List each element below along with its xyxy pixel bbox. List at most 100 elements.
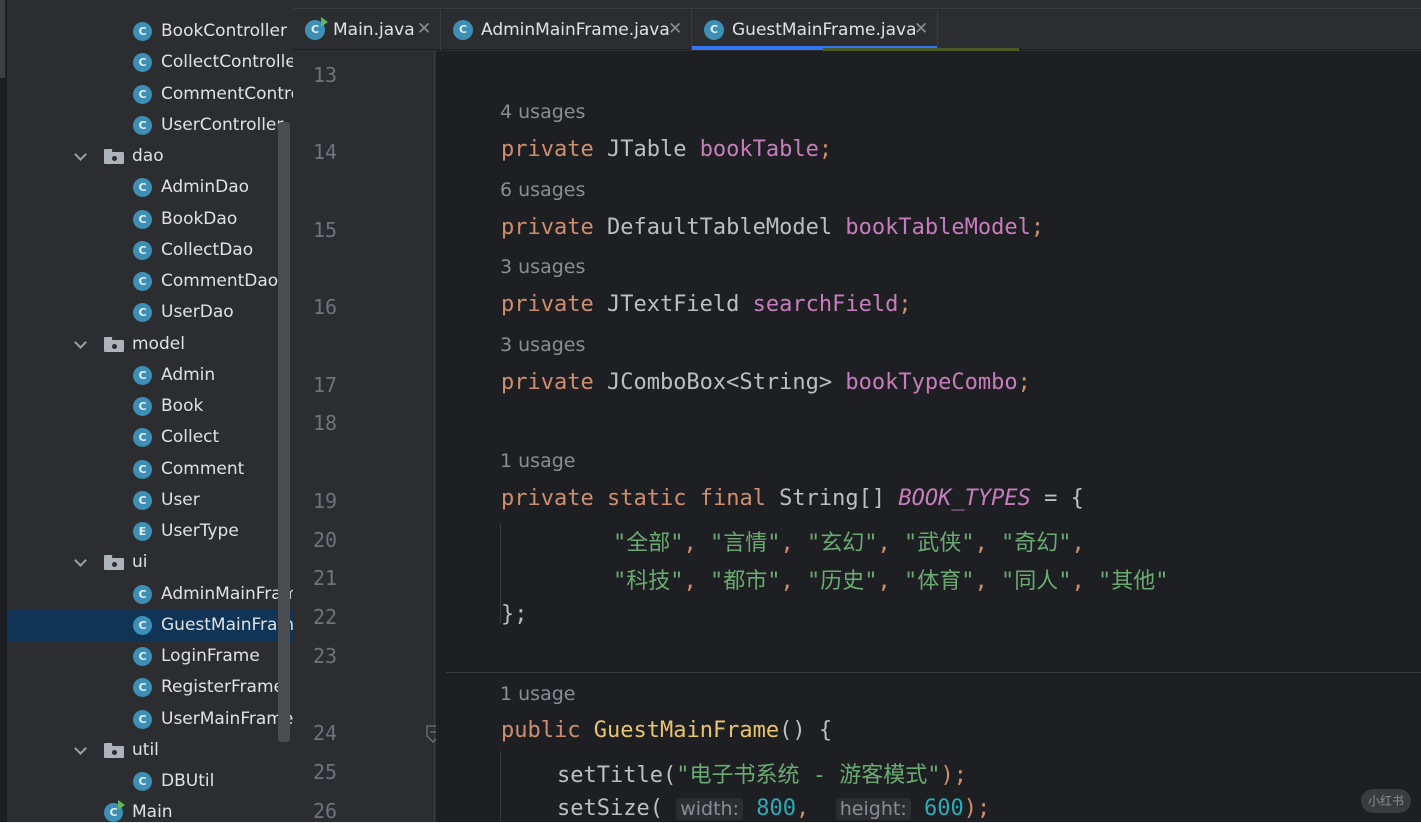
tab-adminmainframe-java[interactable]: C AdminMainFrame.java ✕ bbox=[441, 10, 692, 50]
tree-item-bookcontroller[interactable]: C BookController bbox=[7, 16, 293, 47]
tree-item-label: Collect bbox=[161, 427, 220, 447]
field-name: bookTable bbox=[699, 137, 819, 162]
usages-hint[interactable]: 3 usages bbox=[500, 334, 585, 356]
tree-item-guestmainframe[interactable]: C GuestMainFram bbox=[7, 610, 293, 641]
tree-item-adminmainframe[interactable]: C AdminMainFram bbox=[7, 579, 293, 610]
tool-window-edge bbox=[0, 0, 7, 823]
code-line-24: public GuestMainFrame() { bbox=[501, 718, 832, 743]
class-icon: C bbox=[133, 22, 152, 41]
number-literal: 800 bbox=[756, 796, 796, 821]
tree-item-label: UserDao bbox=[161, 302, 234, 322]
string-literal: "电子书系统 - 游客模式" bbox=[676, 763, 941, 788]
tree-item-label: GuestMainFram bbox=[161, 615, 293, 635]
tab-label: GuestMainFrame.java bbox=[732, 20, 917, 40]
class-icon: C bbox=[133, 53, 152, 72]
tree-item-admindao[interactable]: C AdminDao bbox=[7, 172, 293, 203]
string-literal: "奇幻" bbox=[1001, 531, 1072, 556]
usages-hint[interactable]: 6 usages bbox=[500, 179, 585, 201]
usages-hint[interactable]: 1 usage bbox=[500, 450, 575, 472]
method-call: setTitle( bbox=[557, 763, 677, 788]
tree-item-label: ui bbox=[132, 552, 148, 572]
punctuation: ); bbox=[940, 763, 967, 788]
tree-item-collect[interactable]: C Collect bbox=[7, 422, 293, 453]
tree-package-util[interactable]: util bbox=[7, 735, 293, 766]
tree-item-bookdao[interactable]: C BookDao bbox=[7, 204, 293, 235]
tree-item-label: RegisterFrame bbox=[161, 677, 284, 697]
tree-item-dbutil[interactable]: C DBUtil bbox=[7, 766, 293, 797]
chevron-down-icon[interactable] bbox=[74, 337, 88, 351]
chevron-down-icon[interactable] bbox=[74, 149, 88, 163]
tree-item-collectcontroller[interactable]: C CollectControlle bbox=[7, 47, 293, 78]
line-number-gutter: 13 14 15 16 17 18 19 20 21 22 23 24 25 2… bbox=[293, 51, 440, 823]
code-line-15: private DefaultTableModel bookTableModel… bbox=[501, 215, 1044, 240]
class-icon: C bbox=[133, 616, 152, 635]
watermark: 小红书 bbox=[1361, 789, 1411, 813]
tree-item-loginframe[interactable]: C LoginFrame bbox=[7, 641, 293, 672]
tree-package-dao[interactable]: dao bbox=[7, 141, 293, 172]
class-icon: C bbox=[453, 20, 473, 40]
tree-item-main[interactable]: C Main bbox=[7, 797, 293, 823]
tree-item-user[interactable]: C User bbox=[7, 485, 293, 516]
close-icon[interactable]: ✕ bbox=[417, 19, 431, 39]
class-icon: C bbox=[133, 772, 152, 791]
tree-item-label: Main bbox=[132, 802, 173, 822]
package-folder-icon bbox=[104, 743, 124, 758]
tab-main-java[interactable]: C Main.java ✕ bbox=[293, 10, 441, 50]
string-literal: "体育" bbox=[904, 569, 975, 594]
string-literal: "都市" bbox=[710, 569, 781, 594]
tree-item-label: UserType bbox=[161, 521, 239, 541]
string-literal: "科技" bbox=[613, 569, 684, 594]
code-line-20: "全部", "言情", "玄幻", "武侠", "奇幻", bbox=[613, 531, 1085, 556]
class-icon: C bbox=[133, 647, 152, 666]
code-editor[interactable]: 4 usages private JTable bookTable; 6 usa… bbox=[436, 51, 1421, 823]
tab-guestmainframe-java[interactable]: C GuestMainFrame.java ✕ bbox=[692, 10, 938, 50]
tree-item-label: AdminMainFram bbox=[161, 584, 293, 604]
tree-item-usertype[interactable]: E UserType bbox=[7, 516, 293, 547]
tree-item-collectdao[interactable]: C CollectDao bbox=[7, 235, 293, 266]
tree-item-label: UserController bbox=[161, 115, 284, 135]
tree-item-commentdao[interactable]: C CommentDao bbox=[7, 266, 293, 297]
tree-package-ui[interactable]: ui bbox=[7, 547, 293, 578]
tree-item-book[interactable]: C Book bbox=[7, 391, 293, 422]
close-icon[interactable]: ✕ bbox=[668, 19, 682, 39]
tree-item-label: Admin bbox=[161, 365, 216, 385]
class-icon: C bbox=[704, 20, 724, 40]
class-icon: C bbox=[133, 210, 152, 229]
class-icon: C bbox=[133, 678, 152, 697]
tree-item-commentcontroller[interactable]: C CommentContro bbox=[7, 79, 293, 110]
method-name: GuestMainFrame bbox=[593, 718, 780, 743]
string-literal: "其他" bbox=[1098, 569, 1169, 594]
line-number: 14 bbox=[313, 140, 338, 164]
usages-hint[interactable]: 3 usages bbox=[500, 256, 585, 278]
tree-item-registerframe[interactable]: C RegisterFrame bbox=[7, 672, 293, 703]
method-call: setSize( bbox=[557, 796, 663, 821]
tree-item-userdao[interactable]: C UserDao bbox=[7, 297, 293, 328]
tree-package-model[interactable]: model bbox=[7, 329, 293, 360]
tree-item-admin[interactable]: C Admin bbox=[7, 360, 293, 391]
tree-item-label: CommentDao bbox=[161, 271, 279, 291]
string-literal: "武侠" bbox=[904, 531, 975, 556]
tree-item-usermainframe[interactable]: C UserMainFrame bbox=[7, 704, 293, 735]
chevron-down-icon[interactable] bbox=[74, 555, 88, 569]
usages-hint[interactable]: 1 usage bbox=[500, 683, 575, 705]
class-icon: C bbox=[133, 241, 152, 260]
close-icon[interactable]: ✕ bbox=[914, 19, 928, 39]
tree-item-label: Comment bbox=[161, 459, 245, 479]
class-icon: C bbox=[133, 710, 152, 729]
code-line-22: }; bbox=[501, 602, 528, 627]
tab-label: Main.java bbox=[333, 20, 415, 40]
usages-hint[interactable]: 4 usages bbox=[500, 101, 585, 123]
code-line-25: setTitle("电子书系统 - 游客模式"); bbox=[557, 757, 967, 789]
editor-tab-bar: C Main.java ✕ C AdminMainFrame.java ✕ C … bbox=[293, 0, 1421, 51]
code-line-16: private JTextField searchField; bbox=[501, 292, 912, 317]
string-literal: "历史" bbox=[807, 569, 878, 594]
punctuation: () { bbox=[779, 718, 833, 743]
tree-item-label: DBUtil bbox=[161, 771, 215, 791]
class-icon: C bbox=[133, 116, 152, 135]
tree-item-usercontroller[interactable]: C UserController bbox=[7, 110, 293, 141]
tree-scrollbar[interactable] bbox=[278, 122, 290, 742]
line-number: 26 bbox=[313, 799, 338, 823]
tree-item-comment[interactable]: C Comment bbox=[7, 454, 293, 485]
tree-item-label: AdminDao bbox=[161, 177, 250, 197]
chevron-down-icon[interactable] bbox=[74, 743, 88, 757]
